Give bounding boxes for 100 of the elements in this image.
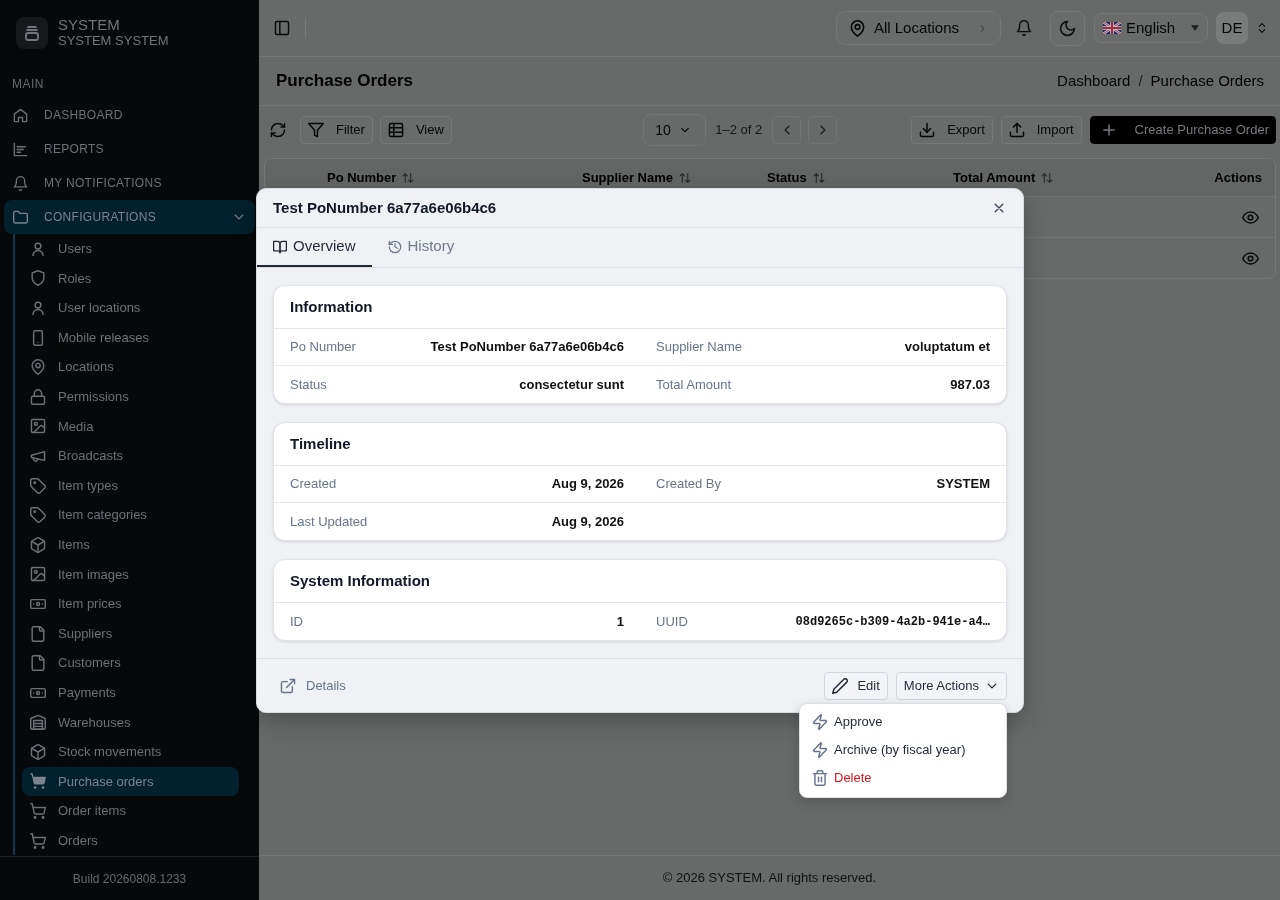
- sort-icon[interactable]: [679, 171, 692, 184]
- nav-item[interactable]: Roles: [22, 263, 239, 294]
- user-icon: [30, 300, 46, 316]
- copyright-text: © 2026 SYSTEM. All rights reserved.: [662, 869, 877, 888]
- toolbar-button[interactable]: Import: [1000, 116, 1082, 144]
- field-label: Status: [290, 375, 327, 394]
- nav-item[interactable]: REPORTS: [4, 132, 255, 166]
- nav-item[interactable]: Orders: [22, 825, 239, 856]
- image-icon: [30, 418, 46, 435]
- edit-button[interactable]: Edit: [824, 671, 888, 700]
- nav-item[interactable]: Items: [22, 529, 239, 560]
- close-icon[interactable]: [992, 201, 1006, 215]
- nav-item[interactable]: DASHBOARD: [4, 98, 255, 132]
- nav-item[interactable]: CONFIGURATIONS: [4, 200, 255, 234]
- column-header: Po Number: [327, 168, 397, 187]
- lock-icon: [30, 388, 46, 405]
- sort-icon[interactable]: [812, 171, 825, 184]
- file-icon: [30, 625, 46, 642]
- breadcrumb-current: Purchase Orders: [1150, 70, 1264, 91]
- tab[interactable]: History: [371, 228, 471, 267]
- tab[interactable]: Overview: [257, 228, 372, 267]
- nav-item[interactable]: Order items: [22, 796, 239, 826]
- breadcrumb-link[interactable]: Dashboard: [1057, 69, 1131, 93]
- bell-icon[interactable]: [1016, 20, 1032, 36]
- nav-item[interactable]: Stock movements: [22, 737, 239, 767]
- location-selector[interactable]: All Locations: [835, 11, 1001, 45]
- build-version: Build 20260808.1233: [72, 870, 187, 888]
- nav-item[interactable]: MY NOTIFICATIONS: [4, 166, 255, 200]
- nav-item[interactable]: Customers: [22, 648, 239, 678]
- eye-icon[interactable]: [1242, 208, 1259, 226]
- nav-item[interactable]: Warehouses: [22, 707, 239, 738]
- column-header: Total Amount: [953, 168, 1036, 187]
- nav-item[interactable]: Item prices: [22, 589, 239, 619]
- map-pin-icon: [848, 19, 866, 37]
- section-title: Information: [290, 296, 373, 317]
- field-value: voluptatum et: [904, 338, 990, 357]
- toolbar-button[interactable]: Export: [911, 116, 993, 144]
- book-icon: [273, 239, 287, 254]
- toolbar-button[interactable]: Filter: [300, 116, 373, 144]
- page-title: Purchase Orders: [276, 70, 413, 92]
- folder-icon: [13, 209, 28, 225]
- nav-item[interactable]: Purchase orders: [22, 766, 239, 797]
- sort-icon[interactable]: [402, 171, 415, 184]
- nav-item[interactable]: Item types: [22, 470, 239, 501]
- nav-item[interactable]: Locations: [22, 352, 239, 382]
- field-value: consectetur sunt: [519, 375, 624, 394]
- field-label: Created By: [656, 475, 722, 494]
- section-label: MAIN: [11, 76, 45, 92]
- history-icon: [387, 239, 402, 254]
- eye-icon[interactable]: [1242, 249, 1259, 267]
- toolbar-button[interactable]: View: [379, 116, 452, 144]
- menu-item[interactable]: Archive (by fiscal year): [800, 736, 1006, 764]
- field-value: 1: [616, 612, 624, 631]
- nav-item[interactable]: Item images: [22, 559, 239, 590]
- sort-icon[interactable]: [1041, 171, 1054, 184]
- external-link-icon: [280, 677, 296, 694]
- logo-icon: [16, 16, 48, 49]
- page-size-select[interactable]: 10: [643, 114, 707, 146]
- flag-icon: [1103, 22, 1121, 34]
- chevron-icon: [977, 22, 988, 34]
- field-value: 987.03: [950, 375, 990, 394]
- caret-icon: [1191, 25, 1199, 31]
- cart-icon: [30, 832, 46, 849]
- refresh-icon[interactable]: [270, 122, 286, 138]
- user-avatar[interactable]: DE: [1216, 12, 1248, 44]
- more-actions-button[interactable]: More Actions: [895, 671, 1007, 700]
- menu-item[interactable]: Approve: [800, 708, 1006, 736]
- lightning-icon: [812, 714, 828, 730]
- details-link[interactable]: Details: [280, 675, 346, 696]
- nav-item[interactable]: Suppliers: [22, 618, 239, 649]
- nav-item[interactable]: Permissions: [22, 381, 239, 412]
- nav-item[interactable]: Item categories: [22, 500, 239, 530]
- moon-icon: [1059, 19, 1076, 37]
- chart-icon: [13, 141, 28, 157]
- column-header: Status: [767, 168, 807, 187]
- nav-item[interactable]: User locations: [22, 293, 239, 323]
- brand-name: SYSTEM: [58, 16, 121, 33]
- nav-item[interactable]: Users: [22, 234, 239, 264]
- create-button[interactable]: Create Purchase Order: [1089, 116, 1276, 144]
- language-select[interactable]: English: [1094, 13, 1208, 43]
- chevrons-up-down-icon[interactable]: [1256, 22, 1268, 34]
- pagination-range: 1–2 of 2: [715, 121, 763, 140]
- phone-icon: [30, 329, 46, 346]
- image-icon: [30, 566, 46, 583]
- field-label: Last Updated: [290, 512, 368, 531]
- plus-icon: [1100, 122, 1117, 138]
- section-title: Timeline: [290, 433, 351, 454]
- menu-item[interactable]: Delete: [800, 764, 1006, 792]
- tag-icon: [30, 507, 46, 524]
- sidebar-toggle-icon[interactable]: [274, 20, 290, 36]
- nav-item[interactable]: Media: [22, 411, 239, 442]
- theme-toggle-button[interactable]: [1050, 10, 1085, 46]
- field-label: Total Amount: [656, 375, 732, 394]
- field-value: Aug 9, 2026: [551, 512, 624, 531]
- nav-item[interactable]: Payments: [22, 677, 239, 708]
- upload-icon: [1008, 122, 1025, 138]
- breadcrumb-separator: /: [1138, 70, 1143, 91]
- column-header: Actions: [1214, 168, 1262, 187]
- nav-item[interactable]: Mobile releases: [22, 322, 239, 353]
- nav-item[interactable]: Broadcasts: [22, 441, 239, 471]
